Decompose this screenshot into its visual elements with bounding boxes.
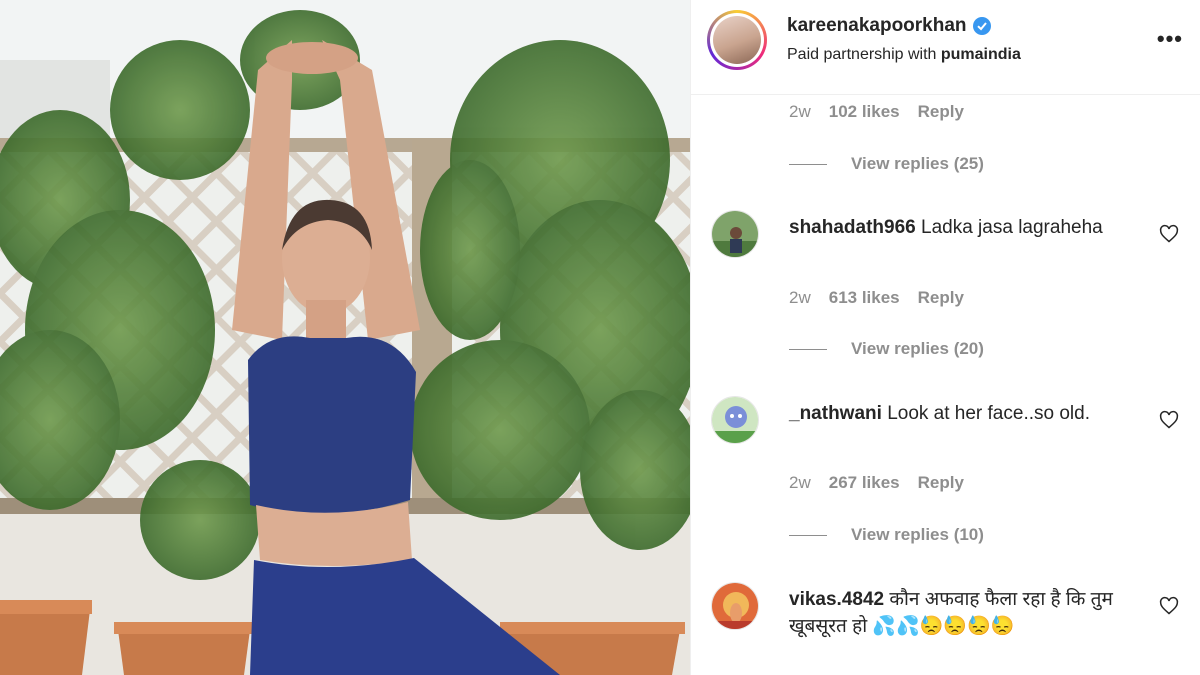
commenter-username[interactable]: vikas.4842 bbox=[789, 589, 884, 610]
commenter-username[interactable]: _nathwani bbox=[789, 403, 882, 424]
comment-time: 2w bbox=[789, 288, 811, 307]
comment-body: Look at her face..so old. bbox=[887, 403, 1090, 424]
post-photo-illustration bbox=[0, 0, 690, 675]
view-replies-label: View replies (25) bbox=[851, 154, 984, 173]
heart-outline-icon[interactable] bbox=[1159, 410, 1179, 430]
verified-badge-icon bbox=[972, 17, 991, 35]
post-header: kareenakapoorkhan Paid partnership with … bbox=[691, 0, 1200, 95]
comment-likes[interactable]: 267 likes bbox=[829, 473, 900, 493]
comment-meta: 2w 102 likes Reply bbox=[789, 102, 964, 122]
author-avatar[interactable] bbox=[707, 10, 767, 70]
comment-text: vikas.4842 कौन अफवाह फैला रहा है कि तुम … bbox=[789, 586, 1129, 640]
reply-button[interactable]: Reply bbox=[918, 288, 964, 308]
comment-item: shahadath966 Ladka jasa lagraheha bbox=[709, 210, 1179, 280]
comment-body: Ladka jasa lagraheha bbox=[921, 217, 1103, 238]
comment-item: vikas.4842 कौन अफवाह फैला रहा है कि तुम … bbox=[709, 582, 1179, 675]
comment-likes[interactable]: 613 likes bbox=[829, 288, 900, 308]
comment-text: _nathwani Look at her face..so old. bbox=[789, 400, 1129, 427]
reply-button[interactable]: Reply bbox=[918, 473, 964, 493]
heart-outline-icon[interactable] bbox=[1159, 224, 1179, 244]
divider-line bbox=[789, 163, 827, 165]
reply-button[interactable]: Reply bbox=[918, 102, 964, 122]
commenter-avatar[interactable] bbox=[711, 396, 759, 444]
paid-partnership-line: Paid partnership with pumaindia bbox=[787, 46, 1021, 64]
view-replies-label: View replies (20) bbox=[851, 339, 984, 358]
view-replies-button[interactable]: View replies (10) bbox=[789, 525, 984, 545]
comment-meta: 2w 613 likes Reply bbox=[789, 288, 964, 308]
comment-item: _nathwani Look at her face..so old. bbox=[709, 396, 1179, 466]
comment-emojis: 💦💦😓😓😓😓 bbox=[872, 616, 1015, 637]
divider-line bbox=[789, 534, 827, 536]
view-replies-label: View replies (10) bbox=[851, 525, 984, 544]
view-replies-button[interactable]: View replies (25) bbox=[789, 154, 984, 174]
more-options-icon[interactable]: ••• bbox=[1157, 26, 1183, 52]
avatar-image bbox=[713, 16, 761, 64]
view-replies-button[interactable]: View replies (20) bbox=[789, 339, 984, 359]
partnership-prefix: Paid partnership with bbox=[787, 46, 937, 63]
author-username-row: kareenakapoorkhan bbox=[787, 15, 991, 37]
commenter-username[interactable]: shahadath966 bbox=[789, 217, 916, 238]
commenter-avatar[interactable] bbox=[711, 582, 759, 630]
comment-time: 2w bbox=[789, 102, 811, 121]
comment-time: 2w bbox=[789, 473, 811, 492]
instagram-post-view: kareenakapoorkhan Paid partnership with … bbox=[0, 0, 1200, 675]
comments-panel: kareenakapoorkhan Paid partnership with … bbox=[690, 0, 1200, 675]
heart-outline-icon[interactable] bbox=[1159, 596, 1179, 616]
avatar-frame bbox=[710, 13, 764, 67]
divider-line bbox=[789, 348, 827, 350]
comment-text: shahadath966 Ladka jasa lagraheha bbox=[789, 214, 1129, 241]
comment-meta: 2w 267 likes Reply bbox=[789, 473, 964, 493]
commenter-avatar[interactable] bbox=[711, 210, 759, 258]
comment-likes[interactable]: 102 likes bbox=[829, 102, 900, 122]
author-username[interactable]: kareenakapoorkhan bbox=[787, 15, 967, 37]
post-photo[interactable] bbox=[0, 0, 690, 675]
partner-link[interactable]: pumaindia bbox=[941, 46, 1021, 63]
